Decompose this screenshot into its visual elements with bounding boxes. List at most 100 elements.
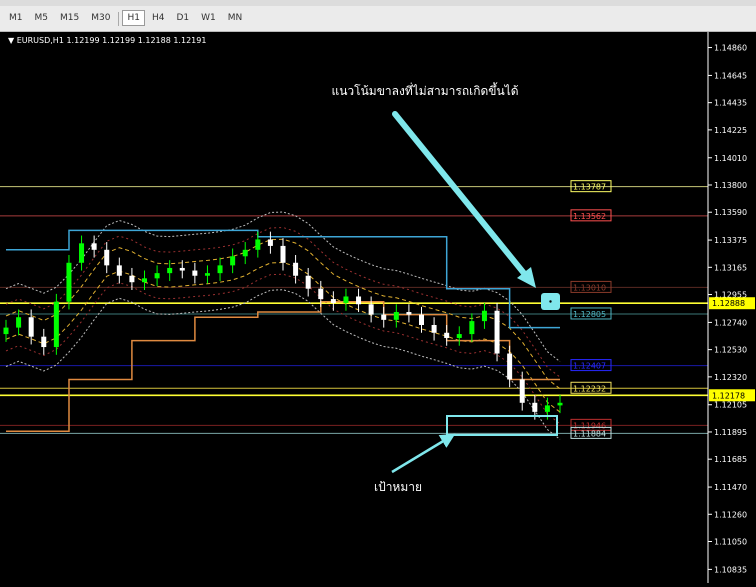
- price-axis-tick-label: 1.14225: [714, 126, 747, 135]
- candle-body: [343, 296, 349, 303]
- candle-body: [406, 312, 412, 315]
- price-axis-tick-label: 1.14860: [714, 44, 747, 53]
- candle-body: [41, 336, 47, 348]
- candle-body: [79, 243, 85, 263]
- price-axis-tick-label: 1.11470: [714, 483, 747, 492]
- level-label-1.12232: 1.12232: [573, 384, 606, 393]
- candle-body: [28, 317, 34, 337]
- level-label-1.12407: 1.12407: [573, 362, 606, 371]
- candle-body: [192, 270, 198, 276]
- level-label-1.11884: 1.11884: [573, 429, 606, 438]
- price-axis-tick-label: 1.13375: [714, 236, 747, 245]
- price-axis: 1.14860 1.14645 1.14435 1.14225 1.14010 1.138…: [707, 32, 755, 583]
- price-axis-tick-label: 1.14435: [714, 99, 747, 108]
- price-axis-tick-label: 1.12320: [714, 373, 747, 382]
- price-axis-tick-label: 1.11895: [714, 428, 747, 437]
- candle-body: [167, 267, 173, 274]
- candle-body: [507, 353, 513, 380]
- price-axis-tick-label: 1.14010: [714, 154, 747, 163]
- candle-body: [16, 317, 22, 328]
- price-axis-tick-label: 1.10835: [714, 565, 747, 574]
- candle-body: [393, 312, 399, 320]
- candle-body: [444, 332, 450, 338]
- candle-body: [356, 296, 362, 305]
- candle-body: [557, 402, 563, 406]
- toolbar-top-strip: [0, 0, 756, 6]
- timeframe-mn-button[interactable]: MN: [223, 10, 248, 26]
- candle-body: [481, 310, 487, 322]
- candle-body: [104, 249, 110, 266]
- price-axis-tick-label: 1.12740: [714, 318, 747, 327]
- candle-body: [532, 402, 538, 412]
- candle-body: [330, 299, 336, 303]
- timeframe-h4-button[interactable]: H4: [147, 10, 170, 26]
- timeframe-d1-button[interactable]: D1: [171, 10, 194, 26]
- timeframe-m30-button[interactable]: M30: [86, 10, 115, 26]
- candle-body: [230, 256, 236, 266]
- candle-body: [318, 288, 324, 300]
- current-price-tag: 1.12178: [712, 391, 745, 400]
- level-label-1.13787: 1.13787: [573, 183, 606, 192]
- candle-body: [217, 265, 223, 274]
- candle-body: [494, 310, 500, 354]
- timeframe-h1-button[interactable]: H1: [122, 10, 145, 26]
- trend-arrow: [392, 111, 530, 280]
- level-label-1.13010: 1.13010: [573, 283, 606, 292]
- price-axis-tick-label: 1.11685: [714, 455, 747, 464]
- candle-body: [3, 327, 9, 335]
- level-label-1.13562: 1.13562: [573, 212, 606, 221]
- candle-body: [142, 278, 147, 283]
- candle-body: [129, 275, 135, 283]
- timeframe-w1-button[interactable]: W1: [196, 10, 221, 26]
- candle-body: [381, 314, 387, 320]
- target-annotation-text: เป้าหมาย: [374, 480, 422, 494]
- step-channel-lower: [6, 300, 560, 433]
- timeframe-m5-button[interactable]: M5: [30, 10, 54, 26]
- mid-band-lower: [5, 273, 561, 425]
- price-axis-tick-label: 1.12105: [714, 401, 747, 410]
- timeframe-m15-button[interactable]: M15: [55, 10, 84, 26]
- timeframe-buttons: M1 M5 M15 M30 H1 H4 D1 W1 MN: [4, 10, 249, 26]
- candle-body: [66, 262, 72, 302]
- chart-area[interactable]: 1.13787 1.13562 1.13010 1.12805 1.12407 1.122…: [0, 32, 756, 583]
- candle-body: [255, 239, 261, 250]
- timeframe-m1-button[interactable]: M1: [4, 10, 28, 26]
- price-chart[interactable]: 1.13787 1.13562 1.13010 1.12805 1.12407 1.122…: [0, 32, 756, 583]
- candle-body: [519, 379, 525, 403]
- candle-body: [179, 267, 185, 271]
- candle-body: [53, 301, 59, 348]
- outer-band-upper: [5, 211, 561, 362]
- marker-price-tag: 1.12888: [712, 299, 745, 308]
- price-axis-tick-label: 1.13800: [714, 181, 747, 190]
- candle-body: [116, 265, 122, 276]
- candle-body: [91, 243, 97, 250]
- candle-body: [431, 325, 437, 333]
- price-axis-tick-label: 1.11260: [714, 510, 747, 519]
- candle-body: [305, 275, 311, 289]
- price-marker-dot: [549, 300, 552, 303]
- price-axis-tick-label: 1.14645: [714, 71, 747, 80]
- candle-body: [242, 249, 248, 257]
- price-series: [3, 231, 563, 420]
- target-arrow: [391, 433, 456, 474]
- candle-body: [293, 262, 299, 276]
- level-labels: 1.13787 1.13562 1.13010 1.12805 1.12407 1.122…: [570, 180, 612, 439]
- level-label-1.12805: 1.12805: [573, 310, 606, 319]
- chart-symbol-header: ▼ EURUSD,H1 1.12199 1.12199 1.12188 1.12…: [8, 36, 206, 45]
- candle-body: [469, 321, 475, 335]
- candle-body: [419, 314, 424, 326]
- candle-body: [456, 334, 462, 338]
- candle-body: [267, 239, 273, 246]
- price-axis-tick-label: 1.13590: [714, 208, 747, 217]
- inner-band-lower: [5, 261, 561, 413]
- price-axis-tick-label: 1.13165: [714, 263, 747, 272]
- candle-body: [204, 273, 210, 276]
- candle-body: [280, 245, 286, 263]
- candle-body: [368, 304, 374, 315]
- trend-annotation-text: แนวโน้มขาลงที่ไม่สามารถเกิดขึ้นได้: [331, 82, 518, 98]
- candle-body: [154, 273, 160, 279]
- price-axis-tick-label: 1.12530: [714, 346, 747, 355]
- price-axis-tick-label: 1.11050: [714, 538, 747, 547]
- timeframe-toolbar: M1 M5 M15 M30 H1 H4 D1 W1 MN: [0, 0, 756, 32]
- candle-body: [544, 405, 550, 412]
